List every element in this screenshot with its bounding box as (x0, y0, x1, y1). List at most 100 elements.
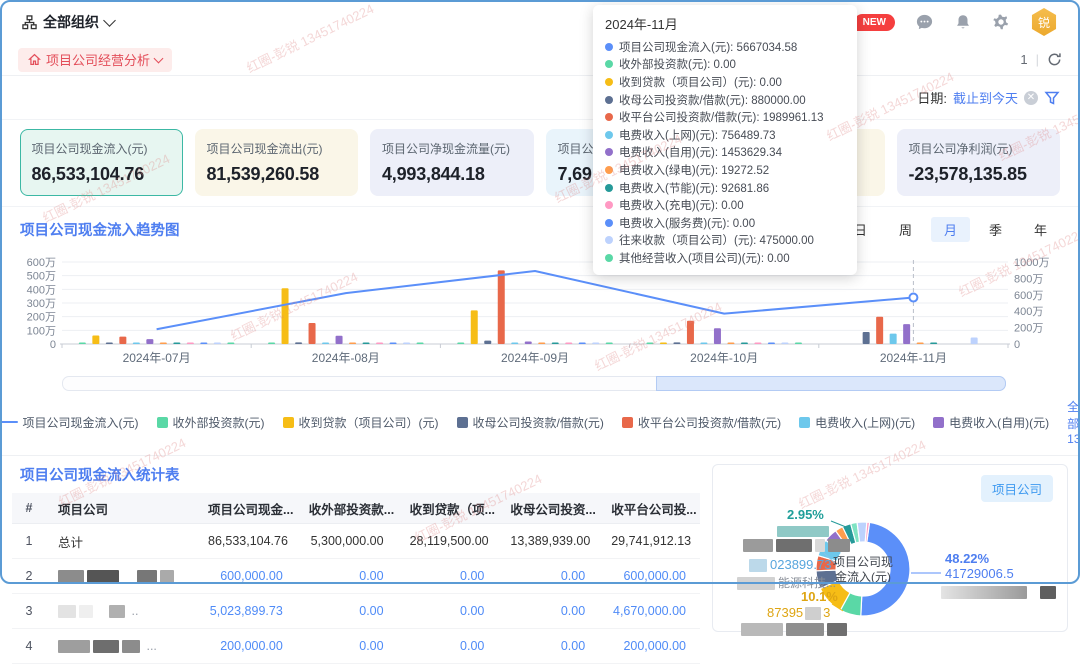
bar-电费收入(上网)(元)[interactable] (511, 343, 518, 345)
bar-收平台公司投资款/借款(元)[interactable] (498, 270, 505, 344)
kpi-cash-inflow[interactable]: 项目公司现金流入(元) 86,533,104.76 (20, 129, 183, 196)
kpi-net-profit[interactable]: 项目公司净利润(元) -23,578,135.85 (897, 129, 1061, 196)
table-cell: 13,389,939.00 (498, 524, 599, 559)
new-badge[interactable]: NEW (854, 14, 895, 31)
refresh-icon[interactable] (1047, 52, 1062, 67)
kpi-net-cashflow[interactable]: 项目公司净现金流量(元) 4,993,844.18 (370, 129, 534, 196)
bar-收外部投资款(元)[interactable] (79, 343, 86, 345)
bar-电费收入(自用)(元)[interactable] (903, 324, 910, 344)
bar-往来收款（项目公司）(元)[interactable] (592, 343, 599, 345)
svg-text:200万: 200万 (1014, 323, 1043, 335)
period-tab-月[interactable]: 月 (931, 217, 970, 242)
column-header[interactable]: 收到贷款（项... (398, 493, 499, 524)
bar-电费收入(服务费)(元)[interactable] (768, 343, 775, 345)
gear-icon[interactable] (992, 13, 1010, 31)
bar-电费收入(上网)(元)[interactable] (890, 334, 897, 344)
legend-item[interactable]: 收外部投资款(元) (157, 414, 265, 431)
legend-item[interactable]: 收母公司投资款/借款(元) (457, 414, 604, 431)
bar-电费收入(节能)(元)[interactable] (930, 343, 937, 345)
bar-电费收入(自用)(元)[interactable] (336, 336, 343, 344)
bell-icon[interactable] (954, 13, 972, 31)
bar-电费收入(绿电)(元)[interactable] (538, 343, 545, 345)
filter-funnel-icon[interactable] (1044, 90, 1060, 106)
bar-电费收入(自用)(元)[interactable] (525, 342, 532, 344)
legend-item[interactable]: 电费收入(上网)(元) (799, 414, 915, 431)
bar-收到贷款（项目公司）(元)[interactable] (471, 310, 478, 344)
bar-收外部投资款(元)[interactable] (457, 343, 464, 345)
bar-往来收款（项目公司）(元)[interactable] (214, 343, 221, 345)
bar-收母公司投资款/借款(元)[interactable] (863, 332, 870, 344)
legend-item[interactable]: 收平台公司投资款/借款(元) (622, 414, 781, 431)
hover-marker[interactable] (909, 294, 917, 302)
bar-电费收入(绿电)(元)[interactable] (349, 343, 356, 345)
bar-电费收入(节能)(元)[interactable] (552, 343, 559, 345)
bar-收外部投资款(元)[interactable] (268, 343, 275, 345)
bar-电费收入(充电)(元)[interactable] (187, 343, 194, 345)
svg-text:2024年-08月: 2024年-08月 (312, 351, 380, 365)
donut-label-name-redacted-3 (941, 584, 1059, 599)
bar-电费收入(绿电)(元)[interactable] (727, 343, 734, 345)
bar-电费收入(节能)(元)[interactable] (363, 343, 370, 345)
bar-收平台公司投资款/借款(元)[interactable] (876, 317, 883, 344)
bar-电费收入(上网)(元)[interactable] (133, 343, 140, 345)
period-tab-季[interactable]: 季 (976, 217, 1015, 242)
bar-电费收入(充电)(元)[interactable] (754, 343, 761, 345)
top-bar: 全部组织 案中心 NEW 锐 (0, 0, 1080, 44)
bar-往来收款（项目公司）(元)[interactable] (403, 343, 410, 345)
bar-电费收入(充电)(元)[interactable] (376, 343, 383, 345)
bar-其他经营收入(项目公司)(元)[interactable] (795, 343, 802, 345)
bar-电费收入(节能)(元)[interactable] (741, 343, 748, 345)
bar-收到贷款（项目公司）(元)[interactable] (660, 343, 667, 345)
bar-往来收款（项目公司）(元)[interactable] (971, 338, 978, 344)
period-tab-周[interactable]: 周 (886, 217, 925, 242)
bar-往来收款（项目公司）(元)[interactable] (781, 343, 788, 345)
trend-chart[interactable]: 0100万200万300万400万500万600万0200万400万600万80… (0, 244, 1080, 375)
tab-project-analysis[interactable]: 项目公司经营分析 (18, 48, 172, 72)
kpi-cash-outflow[interactable]: 项目公司现金流出(元) 81,539,260.58 (195, 129, 359, 196)
bar-收到贷款（项目公司）(元)[interactable] (92, 336, 99, 344)
org-selector[interactable]: 全部组织 (22, 12, 114, 32)
legend-item[interactable]: 项目公司现金流入(元) (0, 414, 139, 431)
legend-show-all[interactable]: 全部 13 (1067, 398, 1080, 446)
bar-其他经营收入(项目公司)(元)[interactable] (417, 343, 424, 345)
table-cell: 0.00 (398, 594, 499, 629)
column-header[interactable]: 项目公司现金... (196, 493, 297, 524)
bar-电费收入(充电)(元)[interactable] (565, 343, 572, 345)
bar-其他经营收入(项目公司)(元)[interactable] (606, 343, 613, 345)
bar-电费收入(服务费)(元)[interactable] (390, 343, 397, 345)
message-icon[interactable] (915, 13, 934, 32)
bar-电费收入(服务费)(元)[interactable] (579, 343, 586, 345)
datazoom-slider[interactable] (62, 376, 1006, 391)
legend-item[interactable]: 电费收入(自用)(元) (933, 414, 1049, 431)
bar-电费收入(服务费)(元)[interactable] (200, 343, 207, 345)
trend-chart-canvas[interactable]: 0100万200万300万400万500万600万0200万400万600万80… (20, 246, 1060, 372)
column-header[interactable]: 收母公司投资... (498, 493, 599, 524)
column-header[interactable]: 收外部投资款... (297, 493, 398, 524)
bar-电费收入(绿电)(元)[interactable] (160, 343, 167, 345)
bar-电费收入(上网)(元)[interactable] (322, 343, 329, 345)
date-filter-value[interactable]: 截止到今天 (953, 88, 1018, 107)
bar-收外部投资款(元)[interactable] (646, 343, 653, 345)
user-avatar[interactable]: 锐 (1030, 8, 1058, 36)
bar-电费收入(上网)(元)[interactable] (700, 343, 707, 345)
legend-item[interactable]: 收到贷款（项目公司）(元) (283, 414, 439, 431)
datazoom-window[interactable] (656, 376, 1006, 391)
column-header[interactable]: 收平台公司投... (599, 493, 700, 524)
period-tab-年[interactable]: 年 (1021, 217, 1060, 242)
bar-收平台公司投资款/借款(元)[interactable] (309, 323, 316, 344)
bar-收平台公司投资款/借款(元)[interactable] (687, 321, 694, 344)
bar-电费收入(节能)(元)[interactable] (173, 343, 180, 345)
donut-tab-badge[interactable]: 项目公司 (981, 475, 1053, 502)
bar-收母公司投资款/借款(元)[interactable] (673, 342, 680, 344)
bar-收到贷款（项目公司）(元)[interactable] (282, 288, 289, 344)
bar-收平台公司投资款/借款(元)[interactable] (119, 337, 126, 344)
bar-电费收入(自用)(元)[interactable] (714, 328, 721, 344)
bar-电费收入(自用)(元)[interactable] (146, 339, 153, 344)
bar-收母公司投资款/借款(元)[interactable] (295, 342, 302, 344)
bar-其他经营收入(项目公司)(元)[interactable] (227, 343, 234, 345)
bar-电费收入(绿电)(元)[interactable] (917, 343, 924, 345)
clear-filter-icon[interactable]: ✕ (1024, 91, 1038, 105)
bar-收母公司投资款/借款(元)[interactable] (484, 341, 491, 344)
series-color-dot (605, 236, 613, 244)
bar-收母公司投资款/借款(元)[interactable] (106, 343, 113, 345)
